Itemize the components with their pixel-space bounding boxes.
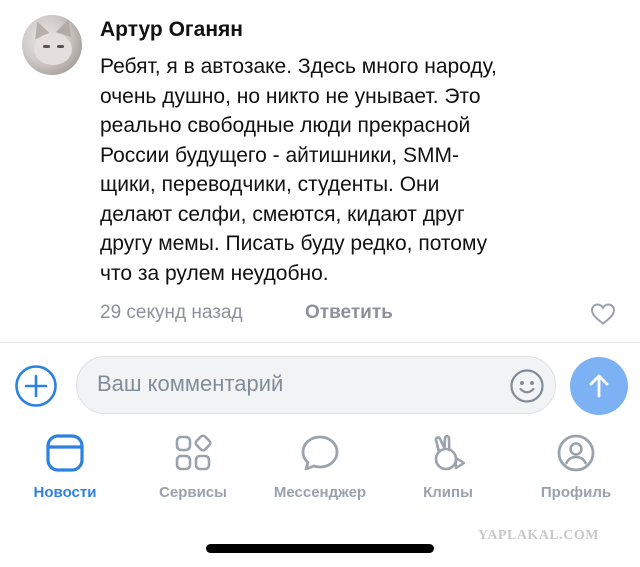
messenger-icon xyxy=(301,435,339,471)
comment-timestamp: 29 секунд назад xyxy=(100,302,243,323)
news-icon xyxy=(46,434,84,472)
avatar[interactable] xyxy=(22,15,82,75)
comment-text-line: щики, переводчики, студенты. Они xyxy=(100,173,440,196)
tab-clips[interactable]: Клипы xyxy=(393,432,503,501)
comment-text-line: очень душно, но никто не унывает. Это xyxy=(100,84,481,108)
tab-services[interactable]: Сервисы xyxy=(138,432,248,501)
avatar-cat-face xyxy=(34,33,72,65)
comment-text-line: другу мемы. Писать буду редко, потому xyxy=(100,232,488,255)
comment-text-line: делают селфи, смеются, кидают друг xyxy=(100,202,465,226)
comment-text-line: что за рулем неудобно. xyxy=(100,261,329,285)
tab-label: Клипы xyxy=(423,484,473,501)
tab-messenger[interactable]: Мессенджер xyxy=(265,432,375,501)
avatar-cat-eye xyxy=(43,45,50,48)
emoji-icon[interactable] xyxy=(509,368,545,404)
send-button[interactable] xyxy=(570,357,628,415)
tab-label: Сервисы xyxy=(159,484,227,501)
comment-text-line: России будущего - айтишники, SMM- xyxy=(100,143,459,167)
watermark: YAPLAKAL.COM xyxy=(478,528,599,543)
comment-input[interactable]: Ваш комментарий xyxy=(76,356,556,414)
divider xyxy=(0,342,640,343)
comment-input-placeholder: Ваш комментарий xyxy=(97,371,284,396)
tab-news[interactable]: Новости xyxy=(10,432,120,501)
profile-icon xyxy=(557,434,595,472)
tab-profile[interactable]: Профиль xyxy=(521,432,631,501)
comment-text-line: Ребят, я в автозаке. Здесь много народу, xyxy=(100,55,497,78)
avatar-cat-eye xyxy=(57,45,64,48)
comment-text: Ребят, я в автозаке. Здесь много народу,… xyxy=(100,52,620,288)
tab-label: Новости xyxy=(33,484,97,501)
services-icon xyxy=(175,434,212,471)
clips-icon xyxy=(434,434,466,471)
attach-plus-icon[interactable] xyxy=(14,364,58,408)
comment-author[interactable]: Артур Оганян xyxy=(100,18,243,42)
reply-button[interactable]: Ответить xyxy=(305,302,393,324)
tab-label: Мессенджер xyxy=(273,484,367,501)
heart-icon[interactable] xyxy=(590,302,616,326)
arrow-up-icon xyxy=(589,374,609,398)
tab-label: Профиль xyxy=(540,484,612,501)
home-indicator[interactable] xyxy=(206,544,434,553)
comment-text-line: реально свободные люди прекрасной xyxy=(100,114,471,137)
